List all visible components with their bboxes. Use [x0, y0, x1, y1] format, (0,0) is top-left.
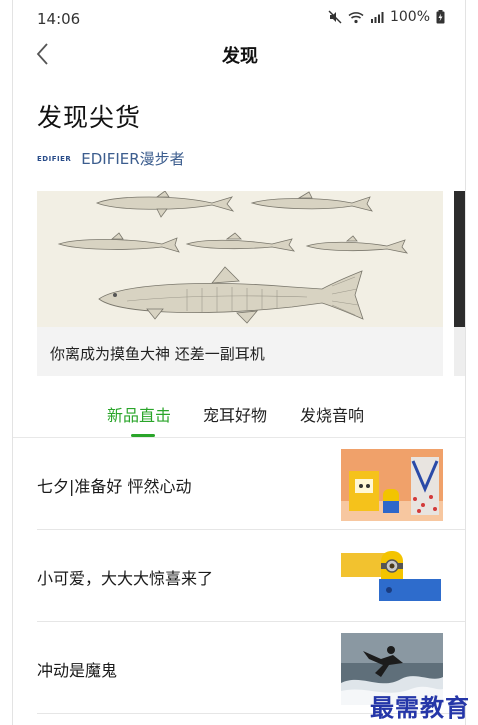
status-time: 14:06 [37, 10, 81, 28]
brand-name: EDIFIER漫步者 [81, 150, 185, 168]
category-tabs: 新品直击 宠耳好物 发烧音响 [13, 396, 465, 438]
app-frame: 14:06 100% 发现 发现尖货 EDIFIER EDIFIER漫步者 你离… [12, 0, 466, 725]
feature-caption: 你离成为摸鱼大神 还差一副耳机 [50, 345, 265, 363]
list-item-title: 冲动是魔鬼 [37, 661, 118, 680]
wifi-icon [348, 11, 364, 23]
fish-illustration [37, 191, 443, 327]
status-icons: 100% [328, 9, 445, 25]
mute-icon [328, 10, 342, 24]
gift-box-thumbnail [341, 449, 443, 521]
feature-card[interactable]: 你离成为摸鱼大神 还差一副耳机 [37, 191, 443, 376]
tab-ear-goodies[interactable]: 宠耳好物 [203, 402, 267, 426]
tab-hifi-speakers[interactable]: 发烧音响 [300, 402, 364, 426]
brand-logo: EDIFIER [37, 154, 72, 163]
next-card-peek-caption [454, 327, 465, 376]
list-item[interactable]: 小可爱，大大大惊喜来了 [37, 530, 465, 622]
status-bar: 14:06 100% [13, 0, 465, 36]
list-item[interactable]: 七夕|准备好 怦然心动 [37, 438, 465, 530]
nav-bar: 发现 [13, 36, 465, 72]
list-item-title: 七夕|准备好 怦然心动 [37, 477, 192, 496]
section-headline: 发现尖货 [37, 103, 142, 132]
list-item-title: 小可爱，大大大惊喜来了 [37, 569, 214, 588]
next-card-peek[interactable] [454, 191, 465, 327]
watermark-text: 最需教育 [370, 693, 470, 722]
tab-new-arrivals[interactable]: 新品直击 [107, 402, 171, 426]
minion-speaker-thumbnail [341, 541, 443, 613]
battery-icon [436, 10, 445, 24]
signal-icon [370, 12, 384, 23]
battery-percent: 100% [389, 9, 430, 25]
page-title: 发现 [222, 46, 258, 67]
brand-link[interactable]: EDIFIER EDIFIER漫步者 [37, 148, 185, 169]
